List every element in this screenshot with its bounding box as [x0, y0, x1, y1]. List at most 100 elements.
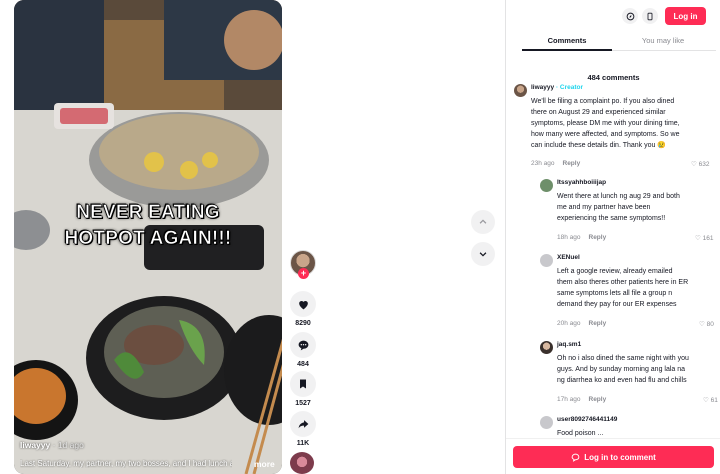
tiktok-video-page: NEVER EATING HOTPOT AGAIN!!! liwayyy · 1…	[0, 0, 720, 474]
comment-text-line: me and my partner have been	[557, 204, 651, 211]
comment-avatar[interactable]	[540, 179, 553, 192]
comment-text-line: Left a google review, already emailed	[557, 268, 673, 275]
comment-avatar[interactable]	[514, 84, 527, 97]
video-player[interactable]: NEVER EATING HOTPOT AGAIN!!! liwayyy · 1…	[14, 0, 282, 474]
like-action: 8290	[290, 291, 316, 327]
phone-icon	[647, 12, 653, 20]
comment-author-name[interactable]: XENuel	[557, 254, 580, 261]
comment-author-name[interactable]: user8092746441149	[557, 416, 617, 423]
save-count: 1527	[295, 400, 311, 407]
comment-author-name[interactable]: liwayyy	[531, 84, 554, 91]
comment-text-line: Food poison ...	[557, 430, 604, 437]
comment-text-line: how many were affected, and symptoms. So…	[531, 131, 680, 138]
video-author[interactable]: liwayyy · 1d ago	[20, 440, 84, 450]
phone-button[interactable]	[642, 8, 658, 24]
comment-text-line: can include these details din. Thank you…	[531, 142, 667, 149]
share-count: 11K	[296, 440, 310, 447]
share-arrow-icon	[298, 419, 308, 428]
comment-avatar[interactable]	[540, 416, 553, 429]
comment-text-line: ng diarrhea ko and even had flu and chil…	[557, 377, 687, 384]
reply-button[interactable]: Reply	[563, 160, 581, 167]
comment-like-count: 632	[698, 161, 710, 168]
comment-like-count: 161	[702, 235, 714, 242]
comment-text-line: We'll be filing a complaint po. If you a…	[531, 98, 675, 105]
previous-video-button[interactable]	[471, 210, 495, 234]
comment-text: Food poison ...	[557, 428, 603, 438]
reply-button[interactable]: Reply	[589, 234, 607, 241]
video-caption: Last Saturday, my partner, my two bosses…	[20, 459, 232, 468]
comment-action: 484	[290, 332, 316, 368]
like-button[interactable]	[290, 291, 316, 317]
comment-reply-item: Itssyahhboiiijap Went there at lunch ng …	[540, 179, 720, 242]
comment-time: 23h ago	[531, 160, 555, 167]
comment-like-count: 80	[706, 321, 714, 328]
login-button[interactable]: Log in	[665, 7, 706, 25]
caption-more-button[interactable]: more	[254, 459, 275, 469]
video-overlay-text-line2: HOTPOT AGAIN!!!	[64, 228, 232, 250]
save-action: 1527	[290, 371, 316, 407]
comment-reply-item: jaq.sm1 Oh no i also dined the same nigh…	[540, 341, 720, 405]
comment-avatar[interactable]	[540, 254, 553, 267]
share-button[interactable]	[290, 411, 316, 437]
comment-meta: 23h ago Reply	[531, 160, 580, 167]
comment-time: 17h ago	[557, 396, 581, 403]
share-action: 11K	[290, 411, 316, 447]
comment-reply-item: user8092746441149 Food poison ...	[540, 416, 720, 438]
tab-comments[interactable]: Comments	[522, 36, 612, 51]
comment-like[interactable]: ♡ 61	[703, 396, 718, 404]
comments-total: 484 comments	[587, 73, 640, 82]
comment-meta: 17h ago Reply	[557, 396, 606, 403]
chevron-down-icon	[479, 252, 487, 257]
comment-like[interactable]: ♡ 161	[695, 234, 714, 242]
comment-button[interactable]	[290, 332, 316, 358]
chevron-up-icon	[479, 219, 487, 224]
comment-author[interactable]: liwayyy · Creator	[531, 84, 583, 91]
comment-bubble-icon	[571, 453, 580, 462]
heart-outline-icon[interactable]: ♡	[691, 161, 697, 168]
video-author-name[interactable]: liwayyy	[20, 440, 50, 450]
comment-text-line: Oh no i also dined the same night with y…	[557, 355, 689, 362]
compass-button[interactable]	[622, 8, 638, 24]
comment-like-count: 61	[710, 397, 718, 404]
comment-bubble-icon	[298, 340, 308, 350]
comment-like[interactable]: ♡ 632	[691, 160, 710, 168]
music-disc-icon[interactable]	[290, 452, 314, 474]
heart-outline-icon[interactable]: ♡	[695, 235, 701, 242]
comment-text-line: Went there at lunch ng aug 29 and both	[557, 193, 680, 200]
video-post-time: · 1d ago	[52, 440, 84, 450]
comment-text-line: experiencing the same symptoms!!	[557, 215, 666, 222]
comment-author-name[interactable]: Itssyahhboiiijap	[557, 179, 606, 186]
comment-time: 18h ago	[557, 234, 581, 241]
creator-avatar-button[interactable]: +	[290, 250, 316, 279]
creator-badge: · Creator	[555, 84, 584, 91]
save-button[interactable]	[290, 371, 316, 397]
comment-text-line: symptoms, please DM me with your dining …	[531, 120, 680, 127]
heart-outline-icon[interactable]: ♡	[699, 321, 705, 328]
comment-meta: 20h ago Reply	[557, 320, 606, 327]
comment-item: liwayyy · Creator We'll be filing a comp…	[514, 84, 714, 170]
compass-icon	[626, 12, 634, 20]
reply-button[interactable]: Reply	[589, 320, 607, 327]
bookmark-icon	[300, 379, 306, 389]
panel-tabs: Comments You may like	[522, 33, 716, 51]
login-to-comment-label: Log in to comment	[584, 452, 656, 462]
tab-you-may-like[interactable]: You may like	[618, 36, 708, 45]
comment-like[interactable]: ♡ 80	[699, 320, 714, 328]
comment-reply-item: XENuel Left a google review, already ema…	[540, 254, 720, 330]
comment-text-line: same symptoms lets all file a group n	[557, 290, 673, 297]
login-to-comment-button[interactable]: Log in to comment	[513, 446, 714, 468]
comment-author-name[interactable]: jaq.sm1	[557, 341, 581, 348]
video-overlay-text-line1: NEVER EATING	[76, 202, 220, 224]
comment-text-line: guys. And by sunday morning ang lala na	[557, 366, 686, 373]
next-video-button[interactable]	[471, 242, 495, 266]
comment-avatar[interactable]	[540, 341, 553, 354]
comment-text: We'll be filing a complaint po. If you a…	[531, 96, 680, 151]
reply-button[interactable]: Reply	[589, 396, 607, 403]
comment-login-bar: Log in to comment	[506, 438, 720, 474]
comment-count-label: 484	[297, 361, 309, 368]
follow-plus-icon[interactable]: +	[298, 268, 309, 279]
heart-outline-icon[interactable]: ♡	[703, 397, 709, 404]
comment-meta: 18h ago Reply	[557, 234, 606, 241]
comment-text: Left a google review, already emailed th…	[557, 266, 688, 310]
header-icons	[622, 8, 658, 24]
